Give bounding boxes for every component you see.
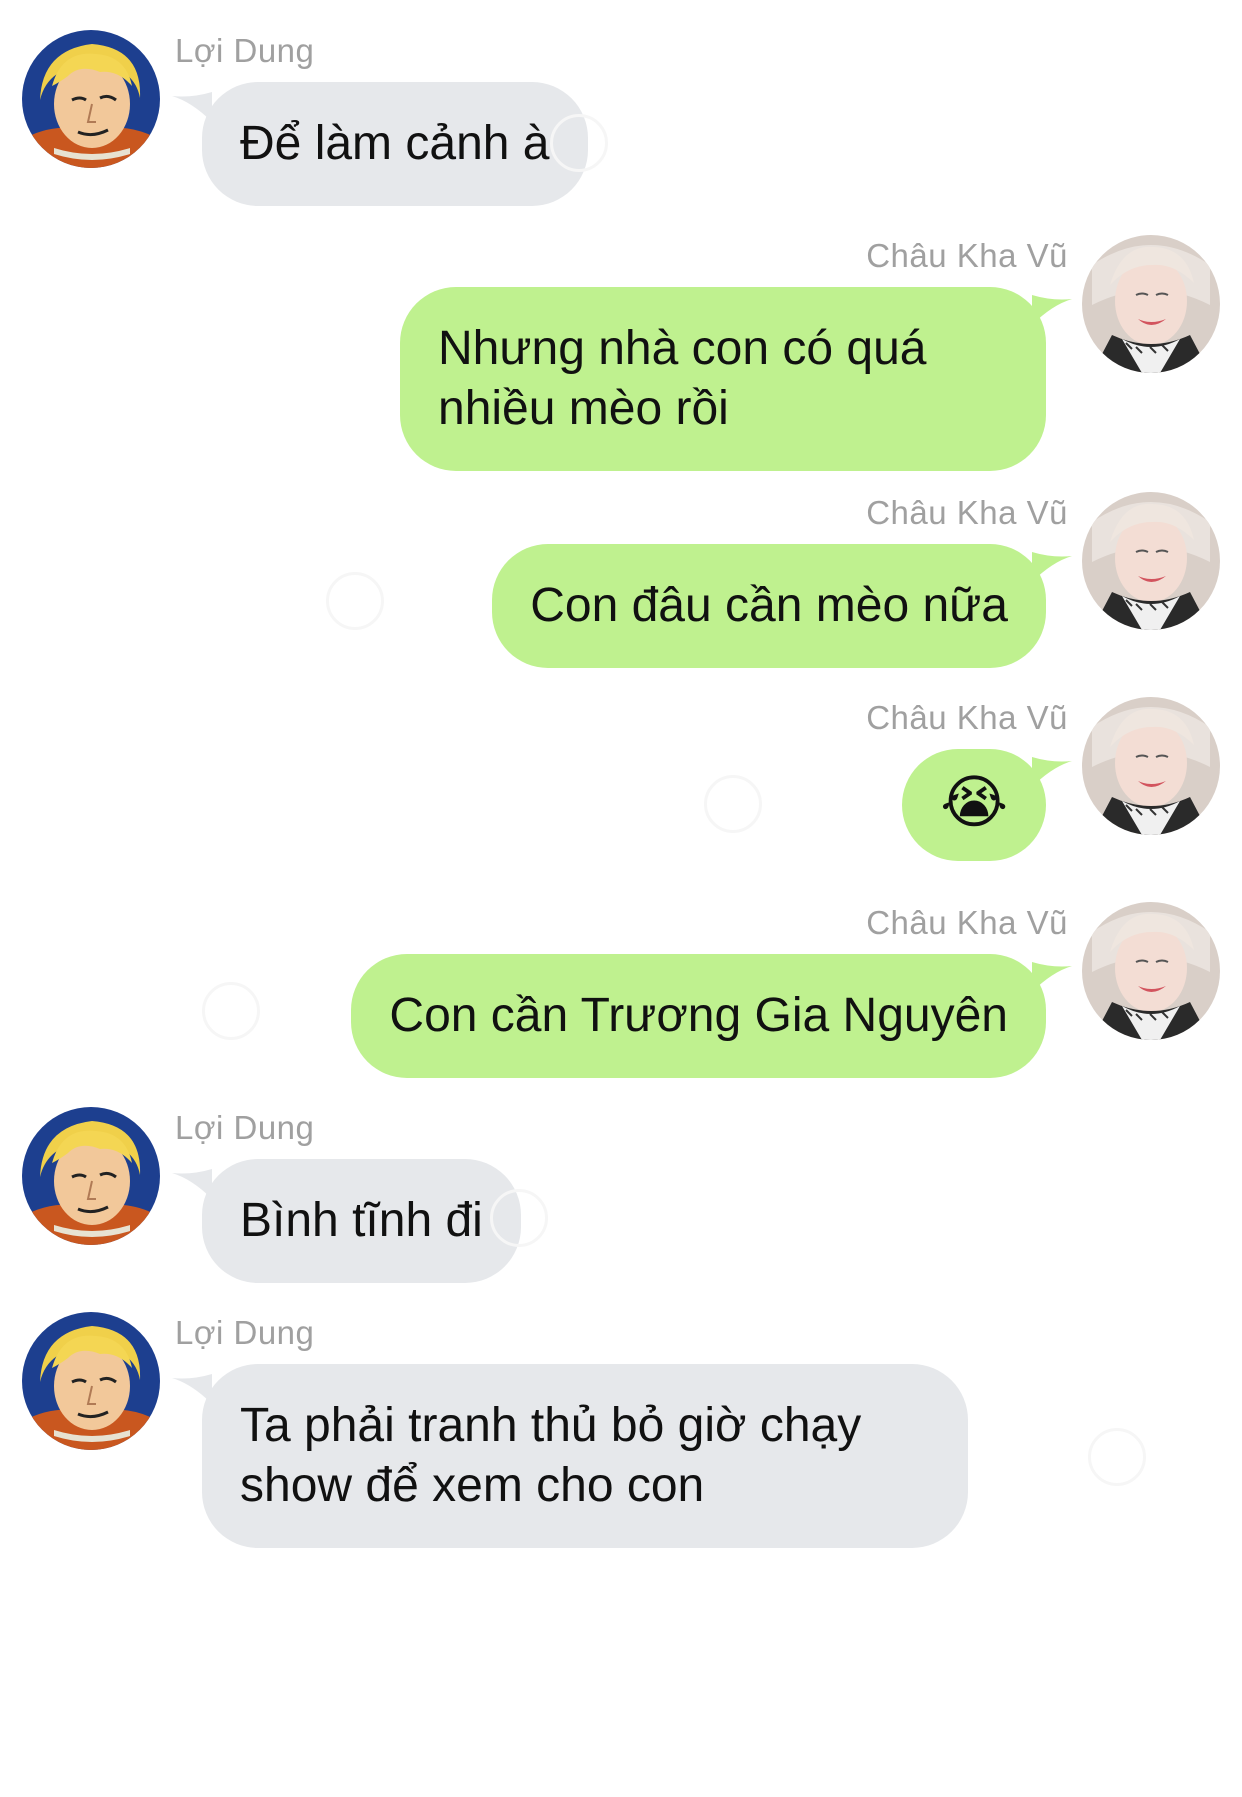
- read-receipt-icon: [202, 982, 260, 1040]
- photo-avatar-icon[interactable]: [1082, 235, 1220, 373]
- message-bubble[interactable]: 😭: [902, 749, 1046, 861]
- crying-face-emoji: 😭: [940, 770, 1008, 835]
- photo-avatar-icon[interactable]: [1082, 697, 1220, 835]
- message-text: Con đâu cần mèo nữa: [530, 579, 1008, 632]
- read-receipt-icon: [550, 114, 608, 172]
- message-bubble[interactable]: Bình tĩnh đi: [202, 1159, 521, 1283]
- read-receipt-icon: [490, 1189, 548, 1247]
- sender-name: Châu Kha Vũ: [866, 699, 1068, 736]
- read-receipt-icon: [1088, 1428, 1146, 1486]
- message-bubble[interactable]: Con cần Trương Gia Nguyên: [351, 954, 1046, 1078]
- message-text: Để làm cảnh à: [240, 117, 550, 170]
- sender-name: Châu Kha Vũ: [866, 237, 1068, 274]
- message-bubble[interactable]: Con đâu cần mèo nữa: [492, 544, 1046, 668]
- sender-name: Lợi Dung: [175, 32, 315, 69]
- message-text: Bình tĩnh đi: [240, 1194, 483, 1247]
- message-text: Nhưng nhà con có quá nhiều mèo rồi: [438, 322, 927, 435]
- message-bubble[interactable]: Ta phải tranh thủ bỏ giờ chạy show để xe…: [202, 1364, 968, 1548]
- message-text: Con cần Trương Gia Nguyên: [389, 989, 1008, 1042]
- message-bubble[interactable]: Nhưng nhà con có quá nhiều mèo rồi: [400, 287, 1046, 471]
- message-text: Ta phải tranh thủ bỏ giờ chạy show để xe…: [240, 1399, 862, 1512]
- read-receipt-icon: [326, 572, 384, 630]
- cartoon-avatar-icon[interactable]: [22, 1312, 160, 1450]
- sender-name: Châu Kha Vũ: [866, 904, 1068, 941]
- message-bubble[interactable]: Để làm cảnh à: [202, 82, 588, 206]
- sender-name: Lợi Dung: [175, 1109, 315, 1146]
- photo-avatar-icon[interactable]: [1082, 492, 1220, 630]
- sender-name: Châu Kha Vũ: [866, 494, 1068, 531]
- cartoon-avatar-icon[interactable]: [22, 30, 160, 168]
- cartoon-avatar-icon[interactable]: [22, 1107, 160, 1245]
- photo-avatar-icon[interactable]: [1082, 902, 1220, 1040]
- sender-name: Lợi Dung: [175, 1314, 315, 1351]
- read-receipt-icon: [704, 775, 762, 833]
